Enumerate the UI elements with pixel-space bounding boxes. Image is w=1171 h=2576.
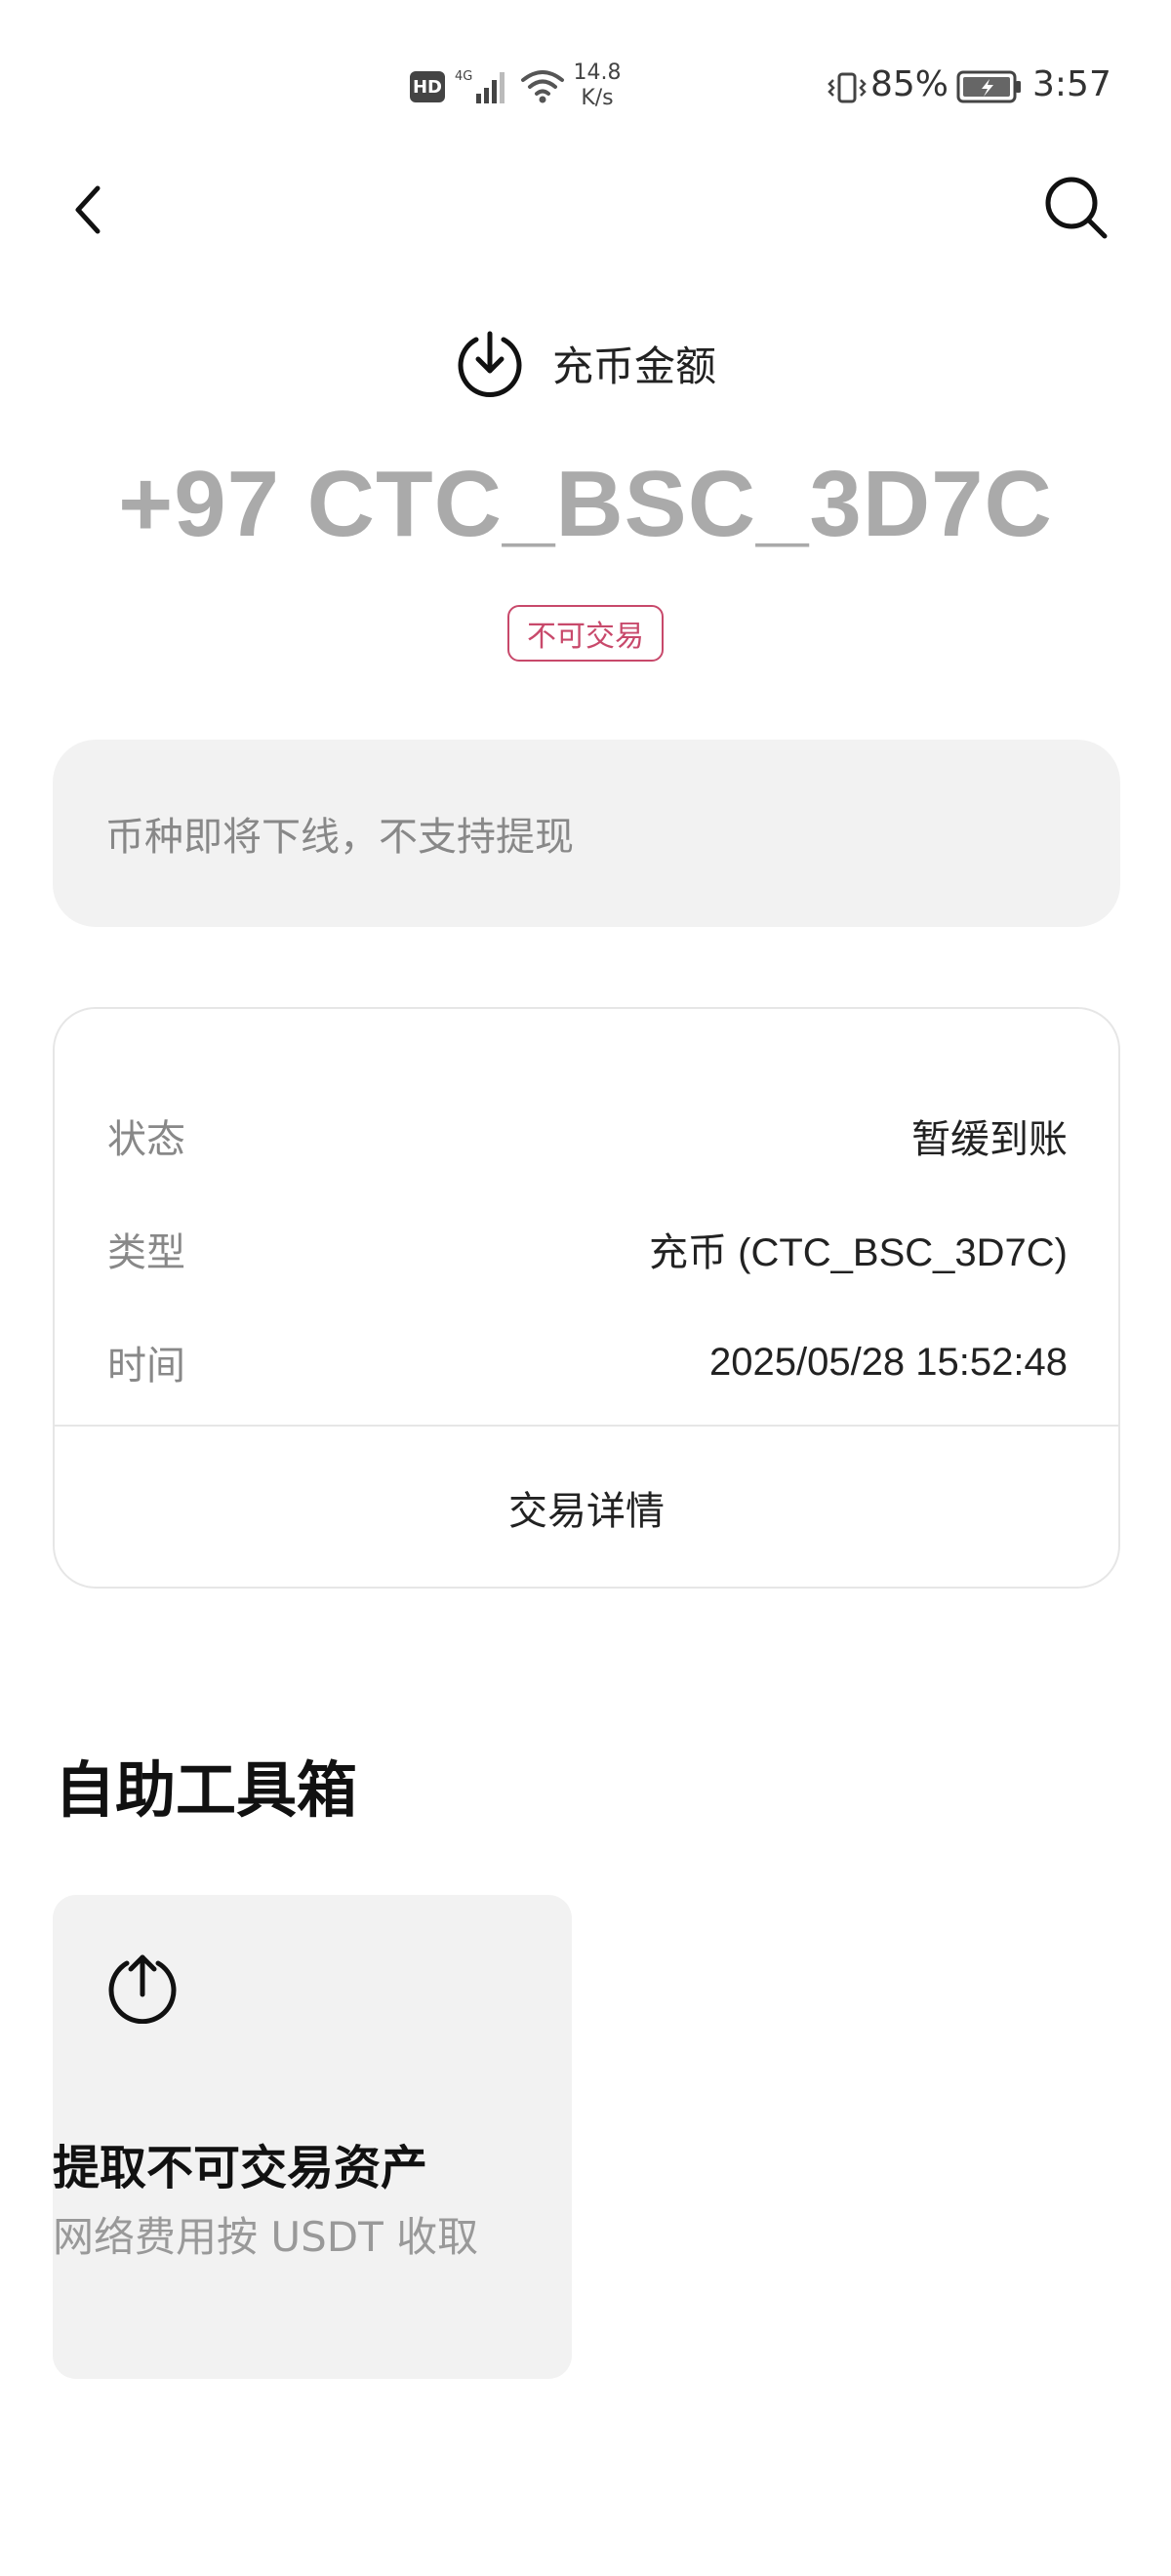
back-button[interactable]	[59, 174, 117, 246]
battery-percent: 85%	[870, 64, 949, 104]
wifi-icon	[521, 70, 564, 103]
upload-circle-icon	[108, 1954, 177, 2024]
time-label: 时间	[107, 1344, 185, 1389]
network-type-label: 4G	[455, 69, 472, 84]
download-circle-icon	[458, 331, 522, 397]
cellular-signal-icon: 4G	[455, 69, 505, 103]
transaction-details-link[interactable]: 交易详情	[55, 1427, 1118, 1589]
network-speed-value: 14.8	[573, 60, 622, 85]
info-row-time: 时间 2025/05/28 15:52:48	[107, 1333, 1068, 1391]
not-tradable-badge: 不可交易	[507, 605, 664, 662]
delisting-notice-text: 币种即将下线，不支持提现	[105, 815, 574, 860]
info-row-status: 状态 暂缓到账	[107, 1107, 1068, 1165]
status-clock: 3:57	[1032, 64, 1111, 104]
status-label: 状态	[107, 1117, 185, 1162]
time-value: 2025/05/28 15:52:48	[708, 1340, 1068, 1384]
toolbox-title: 自助工具箱	[55, 1754, 358, 1826]
network-speed: 14.8 K/s	[568, 60, 626, 111]
search-icon	[1045, 177, 1108, 239]
vibrate-icon	[828, 72, 867, 103]
delisting-notice: 币种即将下线，不支持提现	[53, 740, 1120, 927]
tool-card-description: 网络费用按 USDT 收取	[53, 2213, 479, 2261]
hd-icon: HD	[410, 71, 445, 102]
info-row-type: 类型 充币 (CTC_BSC_3D7C)	[107, 1220, 1068, 1278]
deposit-amount-title: 充币金额	[551, 342, 716, 390]
deposit-amount-heading: 充币金额	[0, 328, 1171, 398]
status-bar: HD 4G 14.8 K/s 85% 3:57	[0, 0, 1171, 176]
type-label: 类型	[107, 1230, 185, 1275]
chevron-left-icon	[75, 185, 101, 234]
deposit-amount-value: +97 CTC_BSC_3D7C	[118, 452, 1053, 556]
search-button[interactable]	[1040, 172, 1112, 244]
tool-card-title: 提取不可交易资产	[53, 2141, 428, 2195]
type-value: 充币 (CTC_BSC_3D7C)	[649, 1231, 1068, 1274]
status-value: 暂缓到账	[911, 1118, 1068, 1161]
network-speed-unit: K/s	[581, 86, 614, 110]
battery-charging-icon	[956, 70, 1021, 103]
transaction-info-card: 状态 暂缓到账 类型 充币 (CTC_BSC_3D7C) 时间 2025/05/…	[53, 1007, 1120, 1589]
